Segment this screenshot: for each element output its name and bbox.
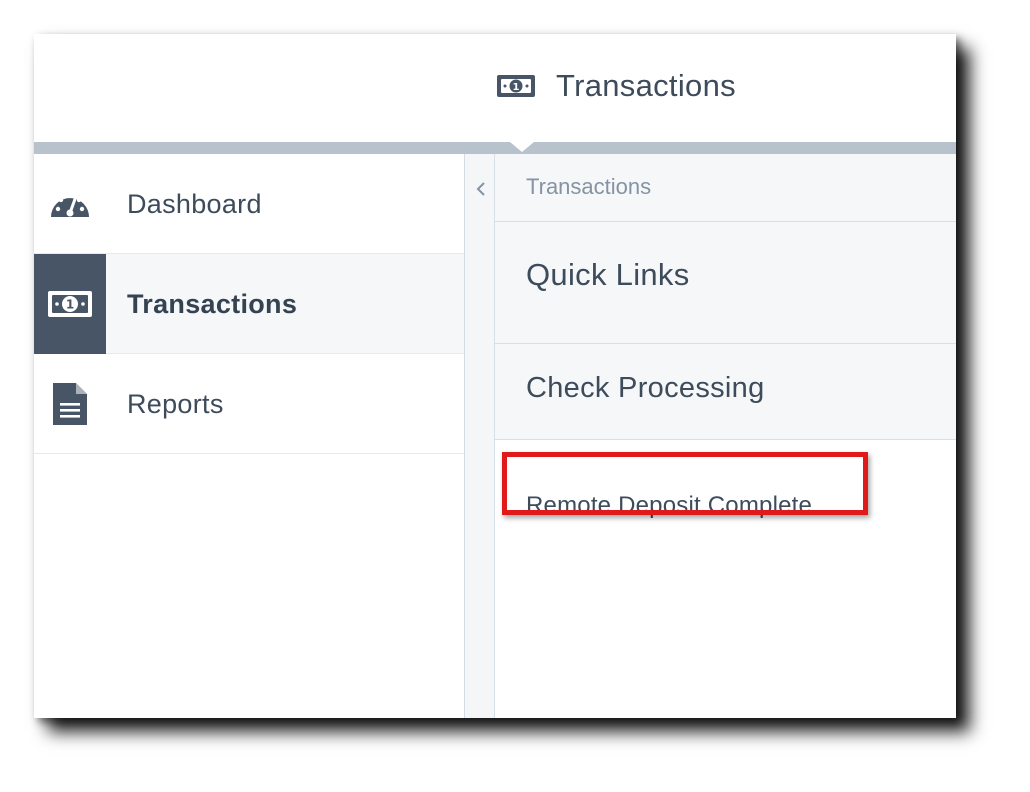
sidebar-item-dashboard[interactable]: Dashboard <box>34 154 464 254</box>
header-divider <box>34 142 956 154</box>
breadcrumb-label: Transactions <box>526 174 652 199</box>
submenu-item-label: Check Processing <box>526 372 765 404</box>
sidebar-item-label: Transactions <box>127 289 298 319</box>
app-window: 1 Transactions Dashboard 1 Transactions … <box>34 34 956 718</box>
page-header: 1 Transactions <box>496 68 736 104</box>
sidebar: Dashboard 1 Transactions Reports <box>34 154 464 718</box>
sidebar-item-label: Reports <box>127 389 224 419</box>
sidebar-item-transactions[interactable]: 1 Transactions <box>34 254 464 354</box>
breadcrumb: Transactions <box>495 154 956 222</box>
chevron-left-icon <box>474 179 488 199</box>
money-bill-icon: 1 <box>34 254 106 354</box>
submenu-item-quick-links[interactable]: Quick Links <box>495 222 956 344</box>
submenu-panel: Transactions Quick Links Check Processin… <box>495 154 956 718</box>
dashboard-gauge-icon <box>34 154 106 254</box>
document-icon <box>34 354 106 454</box>
collapse-panel-toggle[interactable] <box>465 154 495 718</box>
header-divider-notch <box>510 142 534 152</box>
submenu-link-remote-deposit-complete[interactable]: Remote Deposit Complete <box>495 440 956 536</box>
submenu-item-check-processing[interactable]: Check Processing <box>495 344 956 440</box>
top-bar: 1 Transactions <box>34 34 956 142</box>
submenu-link-label[interactable]: Remote Deposit Complete <box>526 492 812 520</box>
money-bill-icon: 1 <box>496 74 536 98</box>
submenu-item-label: Quick Links <box>526 257 690 292</box>
page-title: Transactions <box>556 68 736 103</box>
sidebar-item-label: Dashboard <box>127 189 262 219</box>
svg-text:1: 1 <box>513 82 520 93</box>
svg-text:1: 1 <box>66 298 74 312</box>
sidebar-item-reports[interactable]: Reports <box>34 354 464 454</box>
